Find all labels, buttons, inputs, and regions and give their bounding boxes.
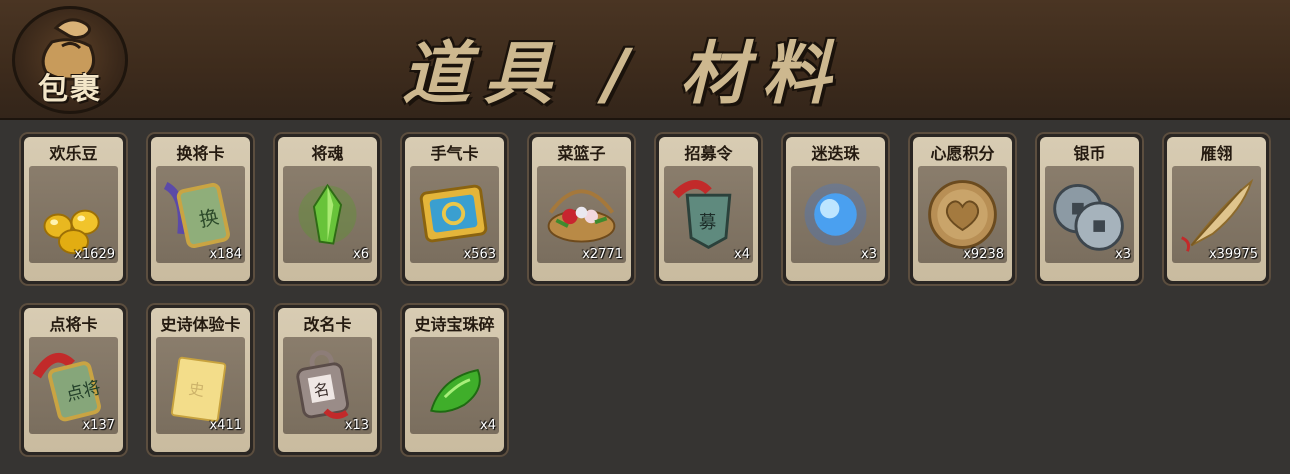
item-card[interactable]: 史诗宝珠碎 x4	[400, 303, 509, 457]
item-count: x4	[734, 247, 750, 262]
item-name: 点将卡	[49, 315, 98, 334]
item-card-body: 银币 x3	[1040, 137, 1139, 281]
item-name: 雁翎	[1200, 144, 1233, 163]
item-icon-well: x39975	[1172, 166, 1261, 263]
item-icon-well: 点将 x137	[29, 337, 118, 434]
item-count: x3	[861, 247, 877, 262]
item-name: 银币	[1073, 144, 1106, 163]
item-name: 改名卡	[303, 315, 352, 334]
svg-text:名: 名	[312, 380, 330, 400]
item-count: x137	[82, 418, 115, 433]
item-icon-well: 名 x13	[283, 337, 372, 434]
item-name: 欢乐豆	[49, 144, 98, 163]
inventory-header: 包裹 道具 / 材料	[0, 0, 1290, 120]
page-title: 道具 / 材料	[402, 35, 845, 114]
item-count: x1629	[74, 247, 115, 262]
item-icon-well: 换 x184	[156, 166, 245, 263]
item-icon-well: x4	[410, 337, 499, 434]
item-card[interactable]: 菜篮子 x2771	[527, 132, 636, 286]
item-icon-well: 史 x411	[156, 337, 245, 434]
item-card-body: 欢乐豆 x1629	[24, 137, 123, 281]
item-count: x39975	[1208, 247, 1258, 262]
item-count: x184	[209, 247, 242, 262]
item-card-body: 将魂 x6	[278, 137, 377, 281]
item-name: 将魂	[311, 144, 344, 163]
item-card-body: 菜篮子 x2771	[532, 137, 631, 281]
item-count: x6	[353, 247, 369, 262]
item-card-body: 史诗体验卡史 x411	[151, 308, 250, 452]
item-card-body: 招募令募 x4	[659, 137, 758, 281]
item-card-body: 迷迭珠 x3	[786, 137, 885, 281]
item-name: 招募令	[684, 144, 733, 163]
item-card-body: 改名卡名 x13	[278, 308, 377, 452]
item-icon-well: x3	[791, 166, 880, 263]
item-count: x9238	[963, 247, 1004, 262]
item-name: 史诗体验卡	[160, 315, 241, 334]
item-name: 史诗宝珠碎	[414, 315, 495, 334]
item-icon-well: x2771	[537, 166, 626, 263]
svg-text:募: 募	[699, 213, 716, 233]
item-card[interactable]: 史诗体验卡史 x411	[146, 303, 255, 457]
item-card[interactable]: 点将卡点将 x137	[19, 303, 128, 457]
bag-logo[interactable]: 包裹	[12, 6, 128, 114]
item-icon-well: 募 x4	[664, 166, 753, 263]
item-count: x4	[480, 418, 496, 433]
item-card[interactable]: 将魂 x6	[273, 132, 382, 286]
item-icon-well: x9238	[918, 166, 1007, 263]
item-icon-well: x1629	[29, 166, 118, 263]
item-card[interactable]: 欢乐豆 x1629	[19, 132, 128, 286]
item-icon-well: x3	[1045, 166, 1134, 263]
item-count: x411	[209, 418, 242, 433]
item-card[interactable]: 雁翎 x39975	[1162, 132, 1271, 286]
item-card-body: 心愿积分 x9238	[913, 137, 1012, 281]
item-card-body: 史诗宝珠碎 x4	[405, 308, 504, 452]
item-card-body: 雁翎 x39975	[1167, 137, 1266, 281]
item-icon-well: x563	[410, 166, 499, 263]
item-card[interactable]: 招募令募 x4	[654, 132, 763, 286]
item-name: 心愿积分	[930, 144, 995, 163]
item-card-body: 手气卡 x563	[405, 137, 504, 281]
item-card[interactable]: 银币 x3	[1035, 132, 1144, 286]
item-card-body: 点将卡点将 x137	[24, 308, 123, 452]
item-card[interactable]: 改名卡名 x13	[273, 303, 382, 457]
item-card[interactable]: 迷迭珠 x3	[781, 132, 890, 286]
item-name: 换将卡	[176, 144, 225, 163]
item-name: 手气卡	[430, 144, 479, 163]
item-count: x2771	[582, 247, 623, 262]
item-count: x563	[463, 247, 496, 262]
item-icon-well: x6	[283, 166, 372, 263]
item-count: x13	[344, 418, 369, 433]
svg-text:史: 史	[188, 380, 206, 400]
item-name: 迷迭珠	[811, 144, 860, 163]
item-count: x3	[1115, 247, 1131, 262]
item-card-body: 换将卡换 x184	[151, 137, 250, 281]
item-card[interactable]: 手气卡 x563	[400, 132, 509, 286]
item-name: 菜篮子	[557, 144, 606, 163]
item-card[interactable]: 换将卡换 x184	[146, 132, 255, 286]
item-card[interactable]: 心愿积分 x9238	[908, 132, 1017, 286]
bag-label: 包裹	[38, 72, 102, 107]
